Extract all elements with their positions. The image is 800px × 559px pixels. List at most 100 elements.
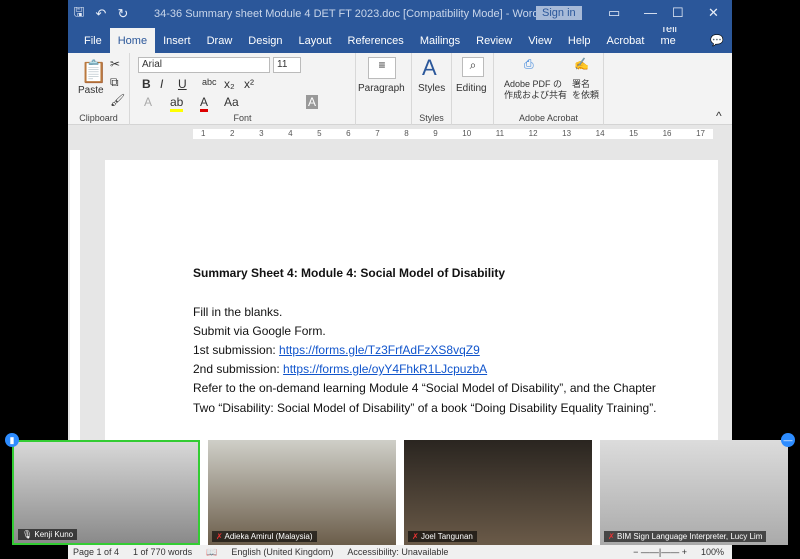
bold-button[interactable]: B [142, 77, 151, 91]
participant-name: ✗ BIM Sign Language Interpreter, Lucy Li… [604, 531, 767, 542]
language[interactable]: English (United Kingdom) [231, 547, 333, 557]
styles-button[interactable]: Styles [418, 83, 445, 94]
undo-icon[interactable]: ↶ [90, 6, 112, 22]
minimize-videos-icon[interactable]: — [781, 433, 795, 447]
styles-label: Styles [419, 113, 444, 123]
tab-view[interactable]: View [520, 35, 560, 53]
tab-design[interactable]: Design [240, 35, 290, 53]
clipboard-label: Clipboard [79, 113, 118, 123]
shading-icon[interactable]: A [306, 95, 319, 109]
horizontal-ruler[interactable]: 1 2 3 4 5 6 7 8 9 10 11 12 13 14 15 16 17 [68, 127, 732, 141]
word-count[interactable]: 1 of 770 words [133, 547, 192, 557]
ruler-tick: 11 [495, 129, 505, 138]
create-pdf-icon[interactable]: ⎙ [524, 57, 534, 72]
ruler-tick: 15 [629, 129, 639, 138]
font-size-select[interactable]: 11 [273, 57, 301, 73]
tab-mailings[interactable]: Mailings [412, 35, 468, 53]
request-signature-button[interactable]: 署名 を依頼 [572, 79, 599, 101]
change-case-icon[interactable]: Aa [224, 95, 239, 109]
mic-icon: 🎙 [22, 530, 35, 539]
video-tile[interactable]: ✗ Adieka Amirul (Malaysia) [208, 440, 396, 545]
maximize-button[interactable]: ☐ [672, 5, 684, 21]
ruler-tick: 7 [375, 129, 380, 138]
paragraph-group: ≡ Paragraph [356, 53, 412, 125]
font-group: Arial 11 B I U abc x₂ x² A ab A Aa A Fon… [130, 53, 356, 125]
cut-icon[interactable]: ✂ [110, 57, 120, 71]
adobe-pdf-button[interactable]: Adobe PDF の 作成および共有 [504, 79, 567, 101]
ruler-tick: 3 [259, 129, 264, 138]
zoom-slider[interactable]: − ——|—— + [633, 547, 687, 557]
participant-name-text: Adieka Amirul (Malaysia) [224, 532, 313, 541]
ruler-tick: 1 [201, 129, 206, 138]
comments-icon[interactable]: 💬 [702, 34, 732, 53]
tab-review[interactable]: Review [468, 35, 520, 53]
paste-button[interactable]: Paste [78, 85, 104, 96]
video-tile[interactable]: 🎙 Kenji Kuno [12, 440, 200, 545]
first-submission-link[interactable]: https://forms.gle/Tz3FrfAdFzXS8vqZ9 [279, 343, 480, 357]
ruler-tick: 2 [230, 129, 235, 138]
save-icon[interactable]: 🖫 [68, 3, 90, 25]
zoom-level[interactable]: 100% [701, 547, 724, 557]
tab-references[interactable]: References [340, 35, 412, 53]
minimize-button[interactable]: — [644, 5, 657, 20]
styles-icon[interactable]: A [422, 55, 437, 81]
italic-button[interactable]: I [160, 77, 163, 91]
strikethrough-button[interactable]: abc [202, 77, 217, 87]
second-submission-line: 2nd submission: https://forms.gle/oyY4Fh… [193, 362, 487, 376]
copy-icon[interactable]: ⧉ [110, 75, 119, 90]
tell-me-search[interactable]: Tell me [652, 23, 702, 53]
video-tile[interactable]: ✗ BIM Sign Language Interpreter, Lucy Li… [600, 440, 788, 545]
title-bar: 🖫 ↶ ↻ 34-36 Summary sheet Module 4 DET F… [68, 0, 732, 27]
second-submission-label: 2nd submission: [193, 362, 284, 376]
tab-insert[interactable]: Insert [155, 35, 199, 53]
tab-layout[interactable]: Layout [291, 35, 340, 53]
document-heading: Summary Sheet 4: Module 4: Social Model … [193, 266, 506, 280]
page-count[interactable]: Page 1 of 4 [73, 547, 119, 557]
mic-muted-icon: ✗ [412, 532, 421, 541]
superscript-button[interactable]: x² [244, 77, 254, 91]
adobe-acrobat-group: ⎙ Adobe PDF の 作成および共有 ✍ 署名 を依頼 Adobe Acr… [494, 53, 604, 125]
paragraph-icon[interactable]: ≡ [368, 57, 396, 79]
sign-in-button[interactable]: Sign in [536, 6, 582, 20]
participant-name-text: BIM Sign Language Interpreter, Lucy Lim [616, 532, 763, 541]
font-name-select[interactable]: Arial [138, 57, 270, 73]
underline-button[interactable]: U [178, 77, 187, 91]
collapse-ribbon-icon[interactable]: ^ [716, 109, 722, 123]
document-line: Two “Disability: Social Model of Disabil… [193, 401, 657, 415]
editing-button[interactable]: Editing [456, 83, 487, 94]
search-icon[interactable]: ⌕ [462, 57, 484, 77]
status-bar: Page 1 of 4 1 of 770 words 📖 English (Un… [68, 545, 732, 559]
tab-draw[interactable]: Draw [199, 35, 241, 53]
second-submission-link[interactable]: https://forms.gle/oyY4FhkR1LJcpuzbA [283, 362, 487, 376]
ribbon-display-icon[interactable]: ▭ [608, 5, 620, 21]
request-signature-icon[interactable]: ✍ [574, 57, 589, 71]
format-painter-icon[interactable]: 🖌 [110, 93, 125, 107]
paragraph-button[interactable]: Paragraph [358, 83, 405, 94]
tab-acrobat[interactable]: Acrobat [599, 35, 653, 53]
subscript-button[interactable]: x₂ [224, 77, 235, 91]
ruler-tick: 9 [433, 129, 438, 138]
document-line: Refer to the on-demand learning Module 4… [193, 381, 656, 395]
participant-name: ✗ Adieka Amirul (Malaysia) [212, 531, 317, 542]
paste-icon[interactable]: 📋 [80, 59, 107, 85]
ruler-tick: 16 [662, 129, 672, 138]
participant-name: 🎙 Kenji Kuno [18, 529, 78, 540]
close-button[interactable]: ✕ [708, 5, 719, 21]
gallery-view-icon[interactable]: ▮ [5, 433, 19, 447]
tab-help[interactable]: Help [560, 35, 599, 53]
font-label: Font [233, 113, 252, 123]
tab-home[interactable]: Home [109, 28, 156, 53]
font-color-icon[interactable]: A [200, 95, 209, 112]
ruler-tick: 5 [317, 129, 322, 138]
redo-icon[interactable]: ↻ [112, 6, 134, 22]
tab-file[interactable]: File [76, 35, 110, 53]
text-effects-icon[interactable]: A [144, 95, 152, 109]
proofing-icon[interactable]: 📖 [206, 547, 217, 558]
clipboard-group: 📋 Paste ✂ ⧉ 🖌 Clipboard [68, 53, 130, 125]
highlight-icon[interactable]: ab [170, 95, 184, 112]
ruler-tick: 10 [462, 129, 472, 138]
accessibility-status[interactable]: Accessibility: Unavailable [347, 547, 448, 557]
video-tile[interactable]: ✗ Joel Tangunan [404, 440, 592, 545]
first-submission-label: 1st submission: [193, 343, 280, 357]
ribbon: 📋 Paste ✂ ⧉ 🖌 Clipboard Arial 11 B I U a… [68, 53, 732, 125]
